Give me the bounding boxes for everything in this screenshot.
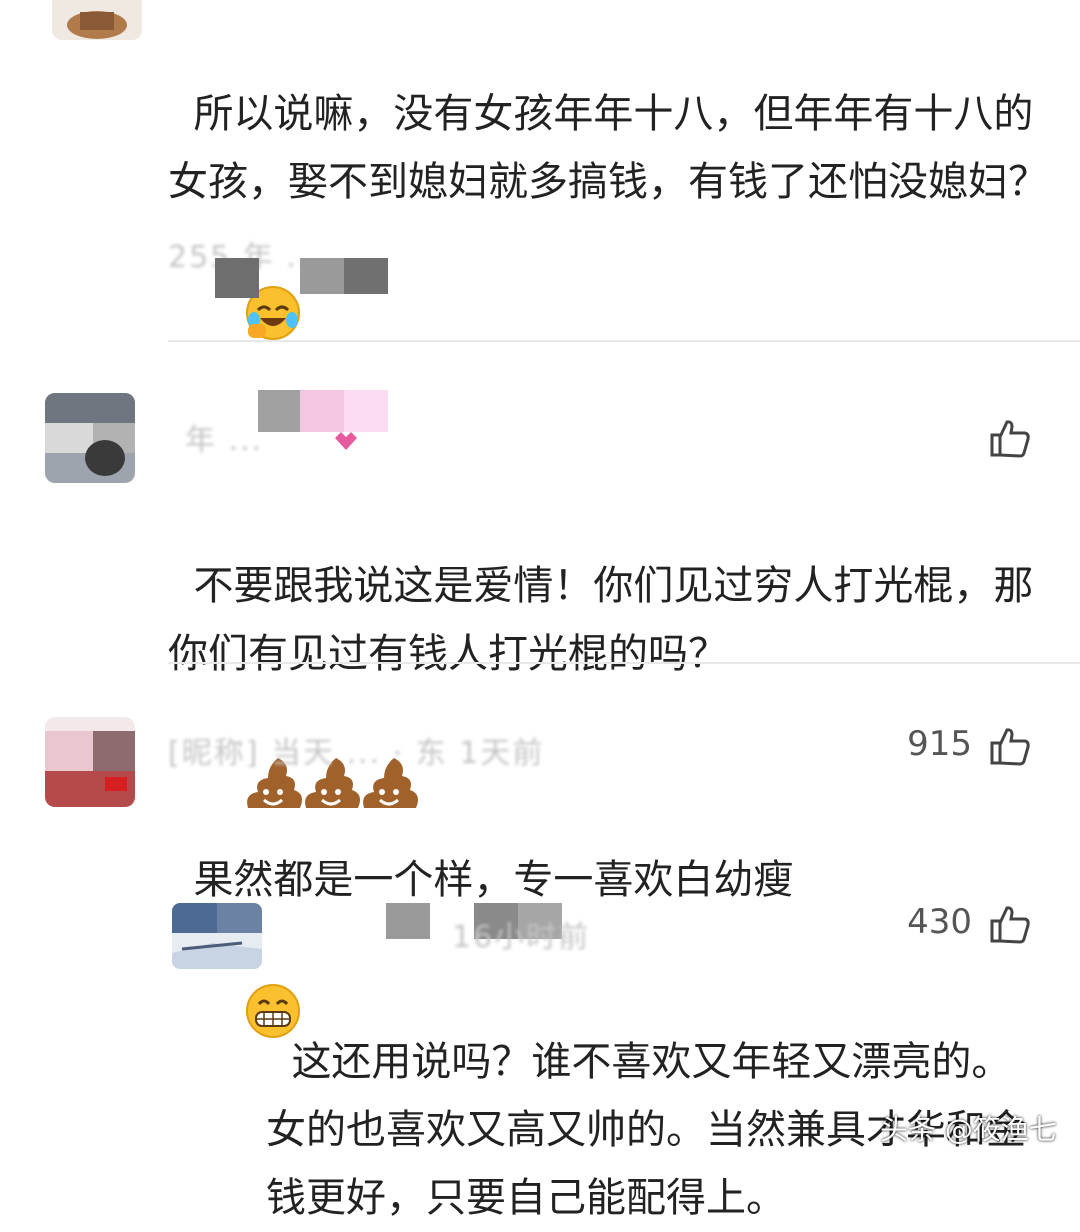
- avatar-image: [45, 393, 135, 483]
- heart-icon: [335, 432, 357, 450]
- avatar[interactable]: [52, 0, 142, 40]
- avatar-image: [172, 903, 262, 969]
- redacted-block: [215, 258, 259, 298]
- comment-meta: 年 ...: [185, 423, 264, 458]
- redacted-block: [386, 903, 430, 939]
- divider: [168, 340, 1080, 342]
- redacted-block: [258, 390, 300, 432]
- thumbs-up-icon[interactable]: [990, 726, 1030, 766]
- like-count: 915: [907, 724, 972, 764]
- redacted-block: [344, 390, 388, 432]
- thumbs-up-icon[interactable]: [990, 904, 1030, 944]
- avatar[interactable]: [45, 393, 135, 483]
- reply-avatar[interactable]: [172, 903, 262, 969]
- reply-text: 这还用说吗？谁不喜欢又年轻又漂亮的。女的也喜欢又高又帅的。当然兼具才华和金钱更好…: [266, 1039, 1026, 1221]
- divider: [168, 662, 1080, 664]
- redacted-block: [344, 258, 388, 294]
- comment-meta: [昵称] 当天 ... · 东 1天前: [168, 736, 545, 771]
- avatar-image: [52, 0, 142, 40]
- watermark: 头条 @筱渔七: [880, 1113, 1057, 1146]
- avatar-image: [45, 717, 135, 807]
- like-count: 430: [907, 902, 972, 942]
- thumbs-up-icon[interactable]: [990, 418, 1030, 458]
- comment-meta: 16小时前: [452, 920, 591, 955]
- redacted-block: [300, 258, 344, 294]
- avatar[interactable]: [45, 717, 135, 807]
- comment-text: 所以说嘛，没有女孩年年十八，但年年有十八的女孩，娶不到媳妇就多搞钱，有钱了还怕没…: [168, 12, 1048, 431]
- redacted-block: [300, 390, 344, 432]
